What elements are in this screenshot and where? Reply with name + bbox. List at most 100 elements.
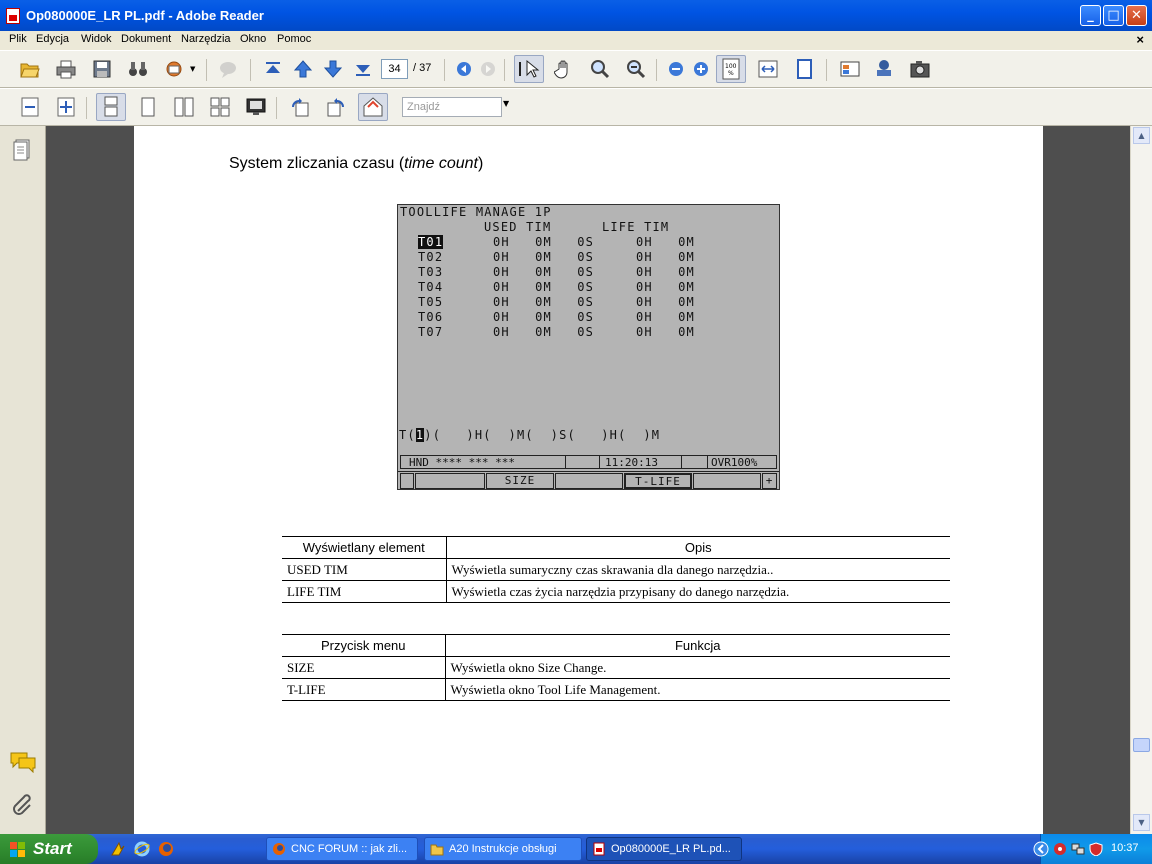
zoom-in-icon[interactable] [689,57,713,81]
menu-narzedzia[interactable]: Narzędzia [181,33,231,45]
page-number-input[interactable]: 34 [381,59,408,79]
fit-visible-icon[interactable] [54,95,78,119]
comment-icon [216,57,240,81]
zoom-out-tool-icon[interactable] [624,57,648,81]
cnc-life-time: 0H 0M [636,310,695,324]
printer-icon[interactable] [54,57,78,81]
menu-edycja[interactable]: Edycja [36,33,69,45]
next-page-icon[interactable] [321,57,345,81]
folder-open-icon[interactable] [18,57,42,81]
task-a20-folder[interactable]: A20 Instrukcje obsługi [424,837,582,861]
document-close-button[interactable]: × [1136,32,1144,47]
pages-pane-icon[interactable] [12,138,34,166]
fit-width-view-icon[interactable] [18,95,42,119]
single-page-continuous-icon[interactable] [96,93,126,121]
full-screen-icon[interactable] [244,95,268,119]
menu-dokument[interactable]: Dokument [121,33,171,45]
email-attach-icon[interactable] [162,57,186,81]
scroll-up-arrow-icon[interactable]: ▲ [1133,127,1150,144]
tray-clock: 10:37 [1111,842,1139,854]
previous-view-icon[interactable] [452,57,476,81]
start-button[interactable]: Start [0,834,98,864]
cnc-used-time: 0H 0M 0S [493,250,595,264]
rotate-right-icon[interactable] [324,95,348,119]
cnc-tool-label: T02 [418,250,444,264]
minimize-button[interactable]: _ [1080,5,1101,26]
table-cell: Wyświetla sumaryczny czas skrawania dla … [446,558,950,581]
select-tool-icon[interactable] [514,55,544,83]
hand-tool-icon[interactable] [552,57,576,81]
stamp-icon[interactable] [872,57,896,81]
cnc-softkeys: SIZE T-LIFE + [398,471,779,489]
title-bar: Op080000E_LR PL.pdf - Adobe Reader _ □ ✕ [0,0,1152,31]
last-page-icon[interactable] [351,57,375,81]
find-input[interactable]: Znajdź [402,97,502,117]
table-cell: LIFE TIM [282,580,447,603]
table-cell: Wyświetla okno Tool Life Management. [445,678,950,701]
cnc-life-time: 0H 0M [636,280,695,294]
firefox-icon [273,843,285,855]
menu-pomoc[interactable]: Pomoc [277,33,311,45]
quicklaunch-ie-icon[interactable] [134,841,150,857]
home-view-icon[interactable] [358,93,388,121]
two-up-icon[interactable] [172,95,196,119]
single-page-icon[interactable] [136,95,160,119]
view-toolbar: Znajdź ▼ [0,88,1152,126]
quicklaunch-firefox-icon[interactable] [158,841,174,857]
cnc-screen-image: TOOLLIFE MANAGE 1P USED TIM LIFE TIM T01… [397,204,780,490]
vertical-scrollbar[interactable]: ▲ ▼ [1130,126,1152,834]
taskbar: Start CNC FORUM :: jak zli... A20 Instru… [0,834,1152,864]
tray-antivirus-icon[interactable] [1053,841,1069,857]
cnc-life-time: 0H 0M [636,250,695,264]
binoculars-icon[interactable] [126,57,150,81]
task-adobe-reader[interactable]: Op080000E_LR PL.pd... [586,837,742,861]
next-view-icon [476,57,500,81]
rotate-left-icon[interactable] [288,95,312,119]
pdf-icon [593,842,605,856]
softkey-left [400,473,414,489]
menu-bar: Plik Edycja Widok Dokument Narzędzia Okn… [0,31,1152,50]
softkey-3 [555,473,623,489]
close-button[interactable]: ✕ [1126,5,1147,26]
status-time: 11:20:13 [605,456,658,469]
first-page-icon[interactable] [261,57,285,81]
scroll-thumb[interactable] [1133,738,1150,752]
maximize-button[interactable]: □ [1103,5,1124,26]
tray-expand-icon[interactable] [1033,841,1049,857]
system-tray: 10:37 [1033,834,1152,864]
tray-network-icon[interactable] [1071,841,1087,857]
svg-text:%: % [728,70,734,77]
quicklaunch-winamp-icon[interactable] [110,841,126,857]
main-toolbar: ▼ 34 / 37 100% [0,50,1152,88]
softkey-size: SIZE [486,473,554,489]
two-up-continuous-icon[interactable] [208,95,232,119]
pdf-app-icon [6,8,20,24]
elements-table: Wyświetlany element Opis USED TIM Wyświetl… [282,536,950,603]
menu-okno[interactable]: Okno [240,33,266,45]
cnc-used-time: 0H 0M 0S [493,310,595,324]
chevron-down-icon[interactable]: ▼ [190,65,195,73]
menu-plik[interactable]: Plik [9,33,27,45]
previous-page-icon[interactable] [291,57,315,81]
adobe-reader-window: Op080000E_LR PL.pdf - Adobe Reader _ □ ✕… [0,0,1152,834]
save-icon[interactable] [90,57,114,81]
actual-size-icon[interactable]: 100% [716,55,746,83]
scroll-down-arrow-icon[interactable]: ▼ [1133,814,1150,831]
svg-text:100: 100 [725,63,737,70]
pages-panel-icon[interactable] [838,57,862,81]
zoom-in-tool-icon[interactable] [588,57,612,81]
tray-security-shield-icon[interactable] [1089,841,1105,857]
task-cnc-forum[interactable]: CNC FORUM :: jak zli... [266,837,418,861]
menu-widok[interactable]: Widok [81,33,112,45]
fit-page-icon[interactable] [792,57,816,81]
find-dropdown-icon[interactable]: ▼ [503,99,509,108]
cnc-used-time: 0H 0M 0S [493,235,595,249]
table1-header-element: Wyświetlany element [282,536,447,559]
softkey-plus: + [762,473,777,489]
comments-pane-icon[interactable] [10,751,36,777]
fit-width-icon[interactable] [756,57,780,81]
camera-snapshot-icon[interactable] [908,57,932,81]
paperclip-icon[interactable] [12,793,34,821]
zoom-out-icon[interactable] [664,57,688,81]
table-cell: T-LIFE [282,678,446,701]
